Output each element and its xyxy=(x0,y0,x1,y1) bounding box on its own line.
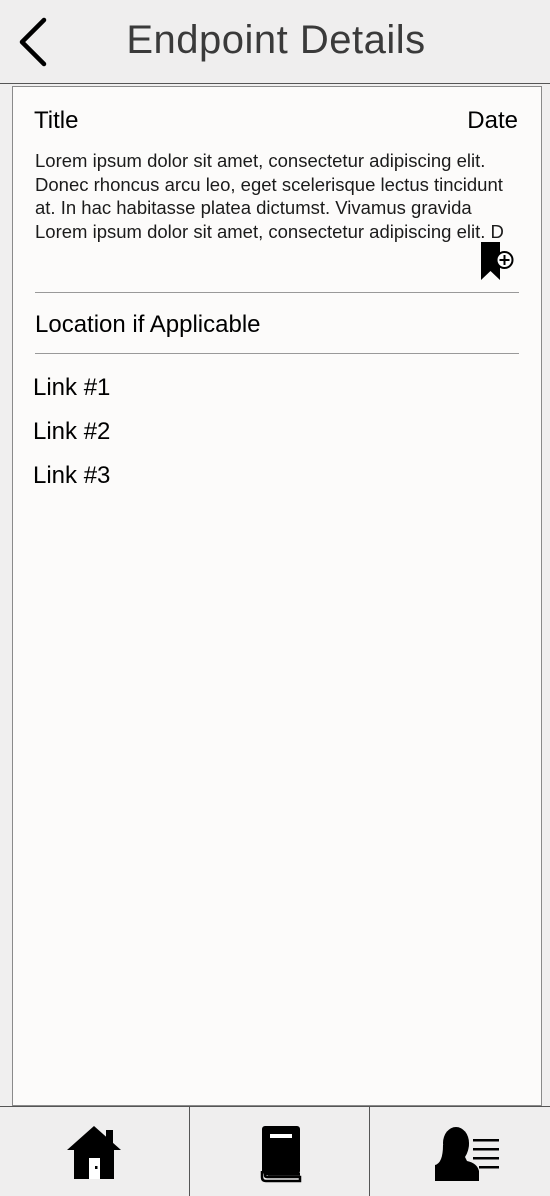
home-icon xyxy=(67,1126,121,1179)
link-3[interactable]: Link #3 xyxy=(33,462,110,490)
page-title: Endpoint Details xyxy=(126,18,426,62)
profile-icon xyxy=(435,1127,499,1181)
book-icon xyxy=(260,1126,302,1183)
add-bookmark-button[interactable] xyxy=(480,241,516,283)
bottom-nav xyxy=(0,1106,550,1196)
divider xyxy=(35,353,519,354)
link-2[interactable]: Link #2 xyxy=(33,418,110,446)
app-header: Endpoint Details xyxy=(0,0,550,84)
nav-profile-button[interactable] xyxy=(370,1107,550,1196)
entry-date: Date xyxy=(467,107,518,134)
link-1[interactable]: Link #1 xyxy=(33,374,110,402)
nav-library-button[interactable] xyxy=(190,1107,370,1196)
bookmark-add-icon xyxy=(481,242,514,280)
divider xyxy=(35,292,519,293)
location-label: Location if Applicable xyxy=(35,311,261,338)
entry-title: Title xyxy=(34,107,79,134)
nav-home-button[interactable] xyxy=(0,1107,190,1196)
entry-body-text: Lorem ipsum dolor sit amet, consectetur … xyxy=(35,150,504,242)
detail-panel: Title Date Lorem ipsum dolor sit amet, c… xyxy=(12,86,542,1106)
